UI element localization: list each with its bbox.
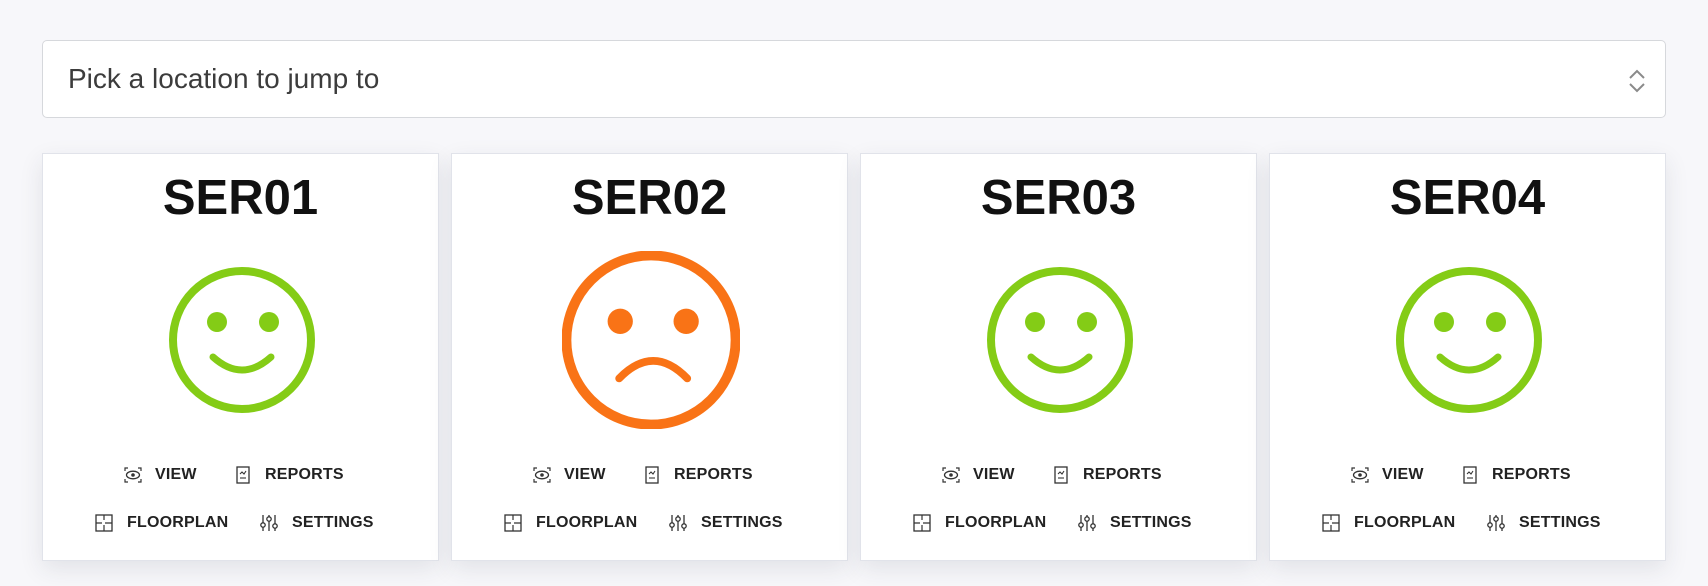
reports-link[interactable]: REPORTS [1051, 463, 1162, 487]
reports-link[interactable]: REPORTS [1460, 463, 1571, 487]
report-icon [645, 466, 659, 484]
sliders-icon [1487, 515, 1505, 531]
reports-label: REPORTS [1492, 466, 1571, 483]
location-card: SER04 VIEW REPORTS FLOORPLAN SETTINGS [1269, 153, 1666, 561]
location-select[interactable]: Pick a location to jump to [42, 40, 1666, 118]
floorplan-link[interactable]: FLOORPLAN [912, 511, 1046, 535]
sliders-icon [1078, 515, 1096, 531]
settings-link[interactable]: SETTINGS [259, 511, 374, 535]
eye-icon [124, 467, 142, 483]
floorplan-label: FLOORPLAN [945, 514, 1047, 531]
floorplan-link[interactable]: FLOORPLAN [1321, 511, 1455, 535]
location-name: SER03 [980, 171, 1137, 225]
settings-link[interactable]: SETTINGS [1077, 511, 1192, 535]
view-label: VIEW [155, 466, 197, 483]
happy-face-icon [169, 267, 315, 413]
settings-label: SETTINGS [1110, 514, 1192, 531]
eye-icon [942, 467, 960, 483]
floorplan-icon [504, 514, 522, 532]
location-select-placeholder: Pick a location to jump to [68, 63, 380, 94]
view-link[interactable]: VIEW [1350, 463, 1424, 487]
eye-icon [533, 467, 551, 483]
view-link[interactable]: VIEW [532, 463, 606, 487]
view-link[interactable]: VIEW [123, 463, 197, 487]
eye-icon [1351, 467, 1369, 483]
settings-link[interactable]: SETTINGS [1486, 511, 1601, 535]
location-name: SER04 [1389, 171, 1546, 225]
settings-link[interactable]: SETTINGS [668, 511, 783, 535]
reports-label: REPORTS [265, 466, 344, 483]
location-card: SER03 VIEW REPORTS FLOORPLAN SETTINGS [860, 153, 1257, 561]
reports-label: REPORTS [674, 466, 753, 483]
view-label: VIEW [973, 466, 1015, 483]
settings-label: SETTINGS [292, 514, 374, 531]
floorplan-icon [1322, 514, 1340, 532]
report-icon [236, 466, 250, 484]
floorplan-label: FLOORPLAN [536, 514, 638, 531]
settings-label: SETTINGS [701, 514, 783, 531]
view-label: VIEW [564, 466, 606, 483]
sliders-icon [669, 515, 687, 531]
chevron-up-down-icon [1629, 69, 1645, 93]
floorplan-icon [95, 514, 113, 532]
floorplan-label: FLOORPLAN [1354, 514, 1456, 531]
location-card: SER01 VIEW REPORTS FLOORPLAN SETTINGS [42, 153, 439, 561]
happy-face-icon [987, 267, 1133, 413]
sad-face-icon [562, 251, 740, 429]
reports-link[interactable]: REPORTS [642, 463, 753, 487]
settings-label: SETTINGS [1519, 514, 1601, 531]
location-name: SER01 [162, 171, 319, 225]
floorplan-label: FLOORPLAN [127, 514, 229, 531]
location-card: SER02 VIEW REPORTS FLOORPLAN SETTINGS [451, 153, 848, 561]
location-name: SER02 [571, 171, 728, 225]
report-icon [1463, 466, 1477, 484]
sliders-icon [260, 515, 278, 531]
reports-link[interactable]: REPORTS [233, 463, 344, 487]
view-label: VIEW [1382, 466, 1424, 483]
report-icon [1054, 466, 1068, 484]
reports-label: REPORTS [1083, 466, 1162, 483]
floorplan-icon [913, 514, 931, 532]
happy-face-icon [1396, 267, 1542, 413]
floorplan-link[interactable]: FLOORPLAN [503, 511, 637, 535]
view-link[interactable]: VIEW [941, 463, 1015, 487]
floorplan-link[interactable]: FLOORPLAN [94, 511, 228, 535]
